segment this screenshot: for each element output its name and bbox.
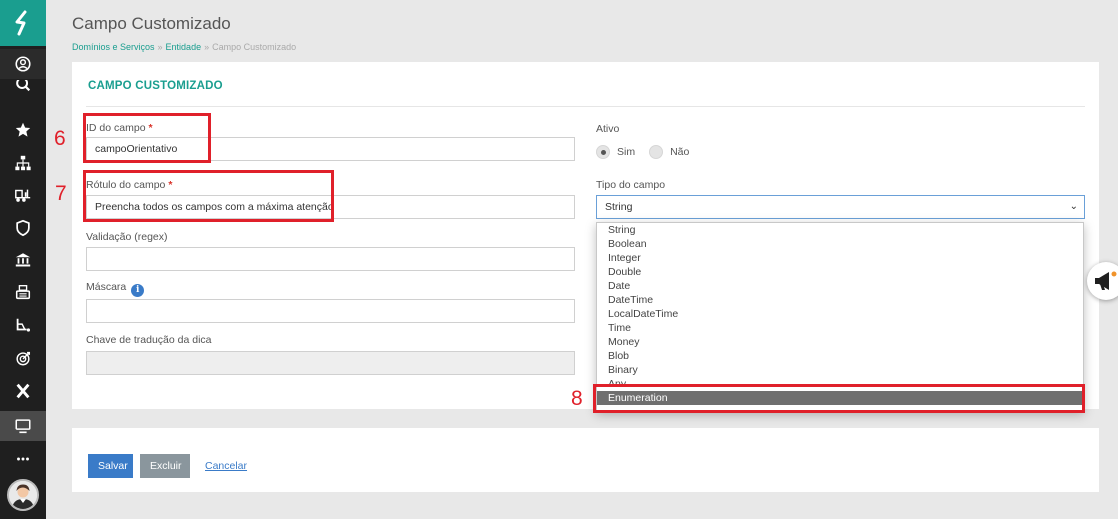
chave-field-input — [86, 351, 575, 375]
megaphone-icon — [1095, 271, 1117, 290]
logo-icon[interactable] — [0, 0, 46, 46]
mascara-field-label: Máscara i — [86, 281, 145, 297]
actions-panel: Salvar Excluir Cancelar — [72, 428, 1099, 492]
megaphone-button[interactable] — [1087, 262, 1118, 300]
ativo-label: Ativo — [596, 123, 620, 135]
breadcrumb-separator: » — [204, 42, 210, 52]
avatar[interactable] — [7, 479, 39, 511]
dropdown-option[interactable]: Date — [597, 279, 1083, 293]
sidebar — [0, 0, 46, 519]
annotation-box-8 — [593, 384, 1085, 413]
dropdown-option[interactable]: Double — [597, 265, 1083, 279]
dropdown-option[interactable]: LocalDateTime — [597, 307, 1083, 321]
tipo-field-select[interactable]: String ⌄ — [596, 195, 1085, 219]
page-title: Campo Customizado — [72, 14, 231, 33]
user-circle-icon[interactable] — [0, 49, 46, 79]
breadcrumb-link-dominios[interactable]: Domínios e Serviços — [72, 42, 155, 52]
dropdown-option[interactable]: String — [597, 223, 1083, 237]
scale-icon[interactable] — [0, 310, 46, 340]
annotation-box-6 — [83, 113, 211, 163]
forklift-icon[interactable] — [0, 180, 46, 210]
mascara-field-input[interactable] — [86, 299, 575, 323]
validacao-field-label: Validação (regex) — [86, 231, 168, 243]
annotation-label-7: 7 — [55, 182, 67, 205]
cancel-link[interactable]: Cancelar — [205, 454, 247, 478]
delete-button[interactable]: Excluir — [140, 454, 190, 478]
dropdown-option[interactable]: Integer — [597, 251, 1083, 265]
dropdown-option[interactable]: Binary — [597, 363, 1083, 377]
dropdown-option[interactable]: Time — [597, 321, 1083, 335]
bank-icon[interactable] — [0, 245, 46, 275]
monitor-icon[interactable] — [0, 411, 46, 441]
radio-nao[interactable] — [649, 145, 664, 159]
hierarchy-icon[interactable] — [0, 148, 46, 178]
section-divider — [86, 106, 1085, 107]
star-icon[interactable] — [0, 115, 46, 145]
x-icon[interactable] — [0, 376, 46, 406]
radio-sim-label: Sim — [617, 146, 636, 158]
breadcrumb-link-entidade[interactable]: Entidade — [166, 42, 202, 52]
shield-icon[interactable] — [0, 213, 46, 243]
info-icon[interactable]: i — [131, 284, 145, 297]
chevron-down-icon: ⌄ — [1069, 201, 1078, 212]
tipo-selected-value: String — [605, 201, 633, 213]
annotation-label-8: 8 — [571, 387, 583, 410]
breadcrumb-current: Campo Customizado — [212, 42, 297, 52]
breadcrumb-separator: » — [157, 42, 163, 52]
hidden-field-edge — [1085, 248, 1086, 249]
chave-field-label: Chave de tradução da dica — [86, 334, 212, 346]
annotation-box-7 — [83, 170, 334, 222]
annotation-label-6: 6 — [54, 127, 66, 150]
cash-register-icon[interactable] — [0, 277, 46, 307]
dropdown-option[interactable]: Money — [597, 335, 1083, 349]
ativo-radio-group: Sim Não — [596, 145, 689, 159]
dropdown-option[interactable]: Boolean — [597, 237, 1083, 251]
search-icon[interactable] — [0, 80, 46, 98]
tipo-field-label: Tipo do campo — [596, 179, 666, 191]
radio-nao-label: Não — [670, 146, 690, 158]
radio-sim[interactable] — [596, 145, 610, 159]
dropdown-option[interactable]: DateTime — [597, 293, 1083, 307]
dropdown-option[interactable]: Blob — [597, 349, 1083, 363]
section-title: CAMPO CUSTOMIZADO — [88, 80, 223, 92]
target-icon[interactable] — [0, 343, 46, 373]
validacao-field-input[interactable] — [86, 247, 575, 271]
more-icon[interactable] — [0, 444, 46, 474]
breadcrumb: Domínios e Serviços» Entidade» Campo Custo… — [72, 42, 296, 52]
save-button[interactable]: Salvar — [88, 454, 133, 478]
